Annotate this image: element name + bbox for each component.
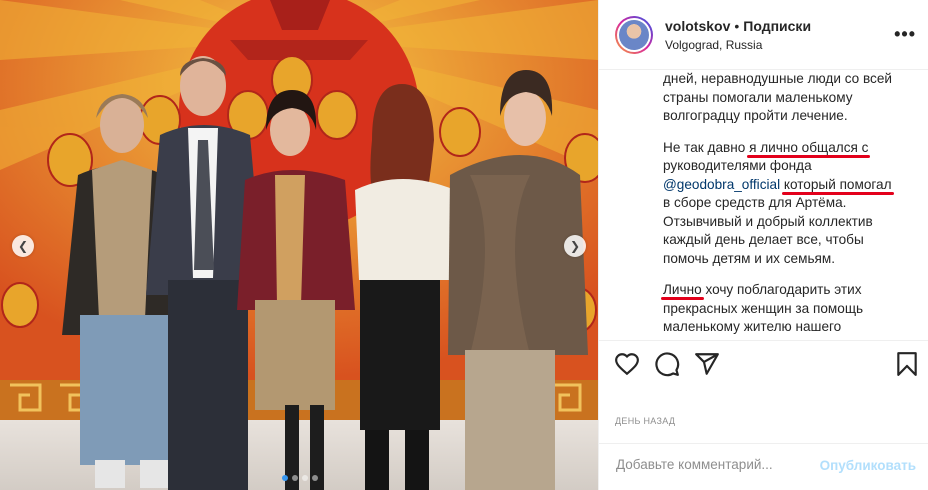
comment-bar: Опубликовать [598,443,928,490]
avatar[interactable] [615,15,653,54]
separator-dot: • [734,17,740,34]
carousel-dot [292,475,298,481]
carousel-prev-button[interactable]: ❮ [12,235,34,257]
carousel-dot [282,475,288,481]
publish-button[interactable]: Опубликовать [820,458,916,473]
post-header: volotskov • Подписки Volgograd, Russia •… [599,0,928,70]
carousel-next-button[interactable]: ❯ [564,235,586,257]
chevron-right-icon: ❯ [569,239,581,253]
carousel-dots [282,475,318,481]
more-options-icon[interactable]: ••• [894,24,916,45]
username-link[interactable]: volotskov [665,18,730,34]
carousel-dot [312,475,318,481]
caption-paragraph: Не так давно я лично общался с руководит… [663,139,892,266]
comment-input[interactable] [614,456,808,473]
avatar-image [619,19,649,50]
caption-paragraph: дней, неравнодушные люди со всей страны … [663,71,893,123]
location-link[interactable]: Volgograd, Russia [665,38,811,52]
chevron-left-icon: ❮ [17,239,29,253]
photo-illustration [0,0,598,490]
caption-paragraph: Лично хочу поблагодарить этих прекрасных… [663,282,864,334]
share-icon[interactable] [694,351,720,377]
post-actions [598,340,928,390]
heart-icon[interactable] [614,351,640,377]
carousel-dot [302,475,308,481]
comment-icon[interactable] [654,351,680,377]
post-timestamp[interactable]: ДЕНЬ НАЗАД [615,416,675,426]
bookmark-icon[interactable] [894,351,920,377]
post-caption: дней, неравнодушные люди со всей страны … [615,70,915,340]
underlined-text: я лично общался с [749,139,869,155]
mention-link[interactable]: @geodobra_official [663,177,780,192]
underlined-text: Лично [663,282,702,297]
post-photo[interactable]: ❮ ❯ [0,0,598,490]
following-button[interactable]: Подписки [743,18,811,34]
underlined-text: который помогал [783,176,892,192]
